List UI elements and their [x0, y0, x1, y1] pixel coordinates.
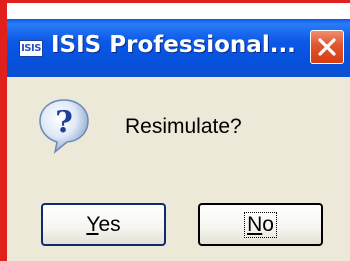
titlebar[interactable]: ISIS ISIS Professional... — [7, 19, 350, 77]
close-button[interactable] — [310, 30, 344, 64]
close-icon — [318, 38, 336, 56]
svg-text:?: ? — [55, 105, 73, 140]
question-icon: ? — [39, 99, 89, 154]
window-title: ISIS Professional... — [51, 32, 296, 58]
yes-accelerator: Y — [86, 213, 99, 236]
yes-label-rest: es — [98, 213, 121, 236]
no-button[interactable]: No — [198, 203, 323, 246]
titlebar-top-strip — [7, 3, 350, 19]
no-label-rest: o — [262, 213, 274, 236]
screenshot-stage: ISIS ISIS Professional... ? Resimulate? … — [0, 0, 350, 261]
message-dialog: ISIS ISIS Professional... ? Resimulate? … — [7, 3, 350, 261]
dialog-message: Resimulate? — [125, 115, 242, 138]
isis-app-icon: ISIS — [19, 40, 43, 57]
yes-button[interactable]: Yes — [41, 203, 166, 246]
no-accelerator: N — [247, 213, 263, 236]
no-focus-rect: No — [244, 212, 277, 238]
